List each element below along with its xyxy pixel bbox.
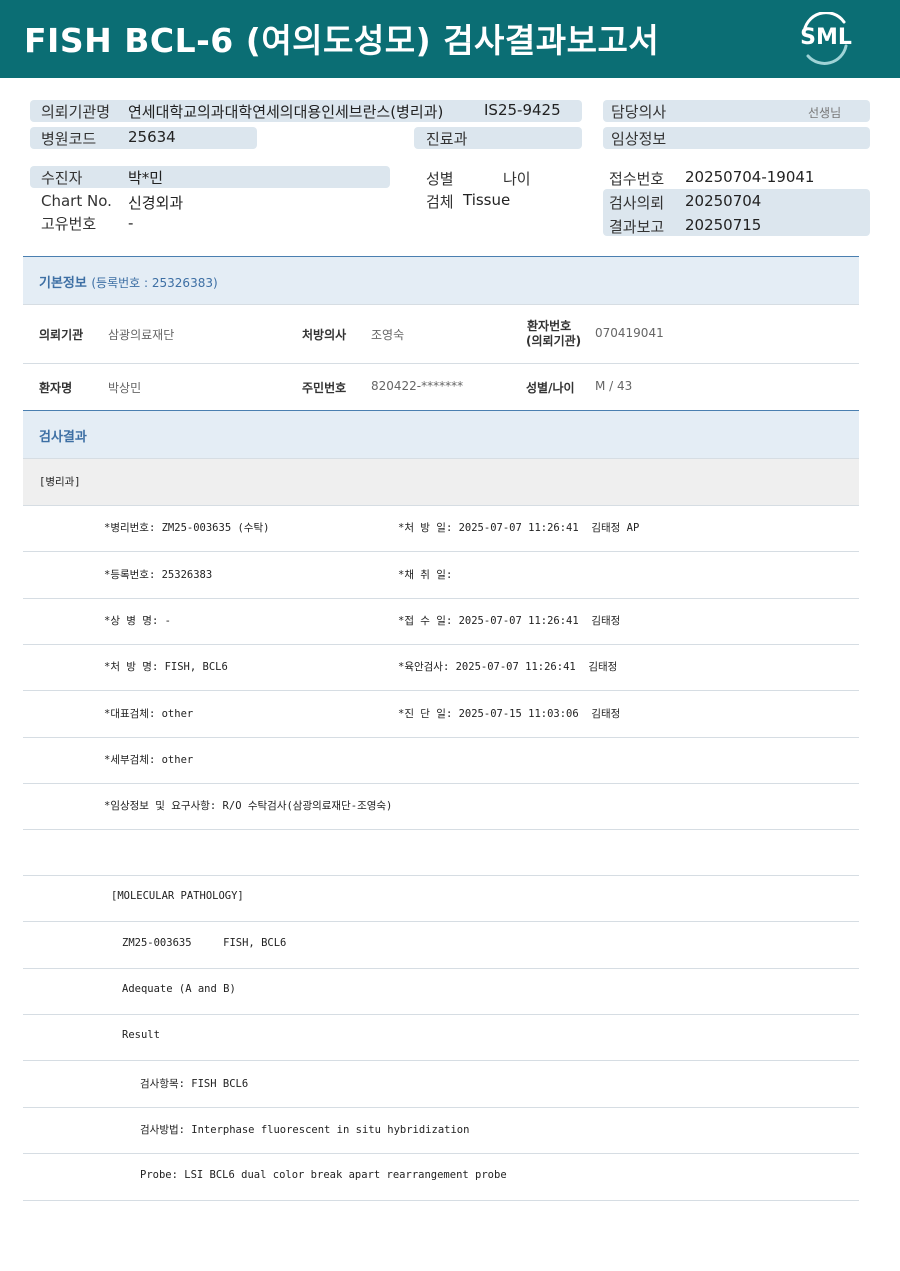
divider [23, 737, 859, 738]
divider [23, 304, 859, 305]
sex-age-label: 성별/나이 [526, 381, 575, 395]
molecular-line: Probe: LSI BCL6 dual color break apart r… [140, 1169, 507, 1181]
divider [23, 968, 859, 969]
patient-no-label-line2: (의뢰기관) [526, 334, 582, 348]
patient-no-label: 환자번호 (의뢰기관) [526, 319, 581, 349]
divider [23, 363, 859, 364]
department-band [23, 459, 859, 505]
molecular-line: Adequate (A and B) [122, 983, 236, 995]
rrn-label: 주민번호 [302, 381, 347, 395]
unique-value: - [128, 214, 134, 232]
institution-field-label: 의뢰기관 [39, 328, 84, 342]
patient-bar [30, 166, 390, 188]
divider [23, 1107, 859, 1108]
hospital-code-label: 병원코드 [41, 130, 97, 148]
patient-name-value: 박상민 [108, 381, 142, 395]
chart-value: 신경외과 [128, 194, 184, 212]
result-row-left: *세부검체: other [104, 754, 194, 766]
doctor-suffix: 선생님 [808, 106, 842, 120]
result-row-right: *접 수 일: 2025-07-07 11:26:41 김태정 [398, 615, 621, 627]
rrn-value: 820422-******* [371, 379, 464, 393]
sml-logo: SML [796, 12, 856, 66]
request-label: 검사의뢰 [609, 194, 665, 212]
basic-info-heading: 기본정보 (등록번호 : 25326383) [39, 272, 218, 291]
logo-text: SML [800, 25, 852, 50]
institution-value: 연세대학교의과대학연세의대용인세브란스(병리과) [128, 103, 444, 121]
receipt-no-label: 접수번호 [609, 170, 665, 188]
molecular-line: Result [122, 1029, 160, 1041]
pathology-department: [병리과] [39, 476, 81, 488]
sex-label: 성별 [426, 170, 454, 188]
prescriber-label: 처방의사 [302, 328, 347, 342]
results-heading: 검사결과 [39, 430, 87, 445]
result-row-right: *채 취 일: [398, 569, 453, 581]
specimen-value: Tissue [463, 191, 511, 209]
divider [23, 829, 859, 830]
institution-label: 의뢰기관명 [41, 103, 111, 121]
result-row-left: *상 병 명: - [104, 615, 171, 627]
divider [23, 690, 859, 691]
divider [23, 410, 859, 411]
divider [23, 644, 859, 645]
results-band [23, 411, 859, 458]
institution-field-value: 삼광의료재단 [108, 328, 175, 342]
molecular-title: [MOLECULAR PATHOLOGY] [111, 890, 244, 902]
clinical-info-label: 임상정보 [611, 130, 667, 148]
divider [23, 256, 859, 257]
chart-label: Chart No. [41, 192, 112, 210]
result-row-right: *처 방 일: 2025-07-07 11:26:41 김태정 AP [398, 522, 640, 534]
result-row-left: *대표검체: other [104, 708, 194, 720]
divider [23, 1200, 859, 1201]
divider [23, 1014, 859, 1015]
patient-no-value: 070419041 [595, 326, 664, 340]
molecular-line: ZM25-003635 FISH, BCL6 [122, 937, 287, 949]
divider [23, 1153, 859, 1154]
receipt-no-value: 20250704-19041 [685, 168, 815, 186]
result-row-right: *육안검사: 2025-07-07 11:26:41 김태정 [398, 661, 618, 673]
patient-no-label-line1: 환자번호 [527, 319, 572, 333]
specimen-label: 검체 [426, 193, 454, 211]
department-label: 진료과 [426, 130, 468, 148]
prescriber-value: 조영숙 [371, 328, 405, 342]
divider [23, 598, 859, 599]
basic-info-title: 기본정보 [39, 276, 87, 291]
divider [23, 505, 859, 506]
age-label: 나이 [503, 170, 531, 188]
result-row-right: *진 단 일: 2025-07-15 11:03:06 김태정 [398, 708, 621, 720]
hospital-code-value: 25634 [128, 128, 176, 146]
patient-name-label: 환자명 [39, 381, 73, 395]
sex-age-value: M / 43 [595, 379, 633, 393]
divider [23, 458, 859, 459]
molecular-line: 검사방법: Interphase fluorescent in situ hyb… [140, 1124, 470, 1136]
result-row-left: *임상정보 및 요구사항: R/O 수탁검사(삼광의료재단-조영숙) [104, 800, 393, 812]
divider [23, 551, 859, 552]
divider [23, 1060, 859, 1061]
unique-label: 고유번호 [41, 215, 97, 233]
doctor-label: 담당의사 [611, 103, 667, 121]
registration-number: (등록번호 : 25326383) [91, 276, 218, 290]
patient-value: 박*민 [128, 169, 164, 187]
result-row-left: *등록번호: 25326383 [104, 569, 213, 581]
report-value: 20250715 [685, 216, 762, 234]
result-row-left: *처 방 명: FISH, BCL6 [104, 661, 228, 673]
report-header: FISH BCL-6 (여의도성모) 검사결과보고서 SML [0, 0, 900, 78]
divider [23, 875, 859, 876]
patient-label: 수진자 [41, 169, 83, 187]
request-value: 20250704 [685, 192, 762, 210]
report-title: FISH BCL-6 (여의도성모) 검사결과보고서 [24, 21, 660, 60]
molecular-line: 검사항목: FISH BCL6 [140, 1078, 249, 1090]
divider [23, 783, 859, 784]
result-row-left: *병리번호: ZM25-003635 (수탁) [104, 522, 270, 534]
report-label: 결과보고 [609, 218, 665, 236]
divider [23, 921, 859, 922]
institution-code: IS25-9425 [484, 101, 561, 119]
